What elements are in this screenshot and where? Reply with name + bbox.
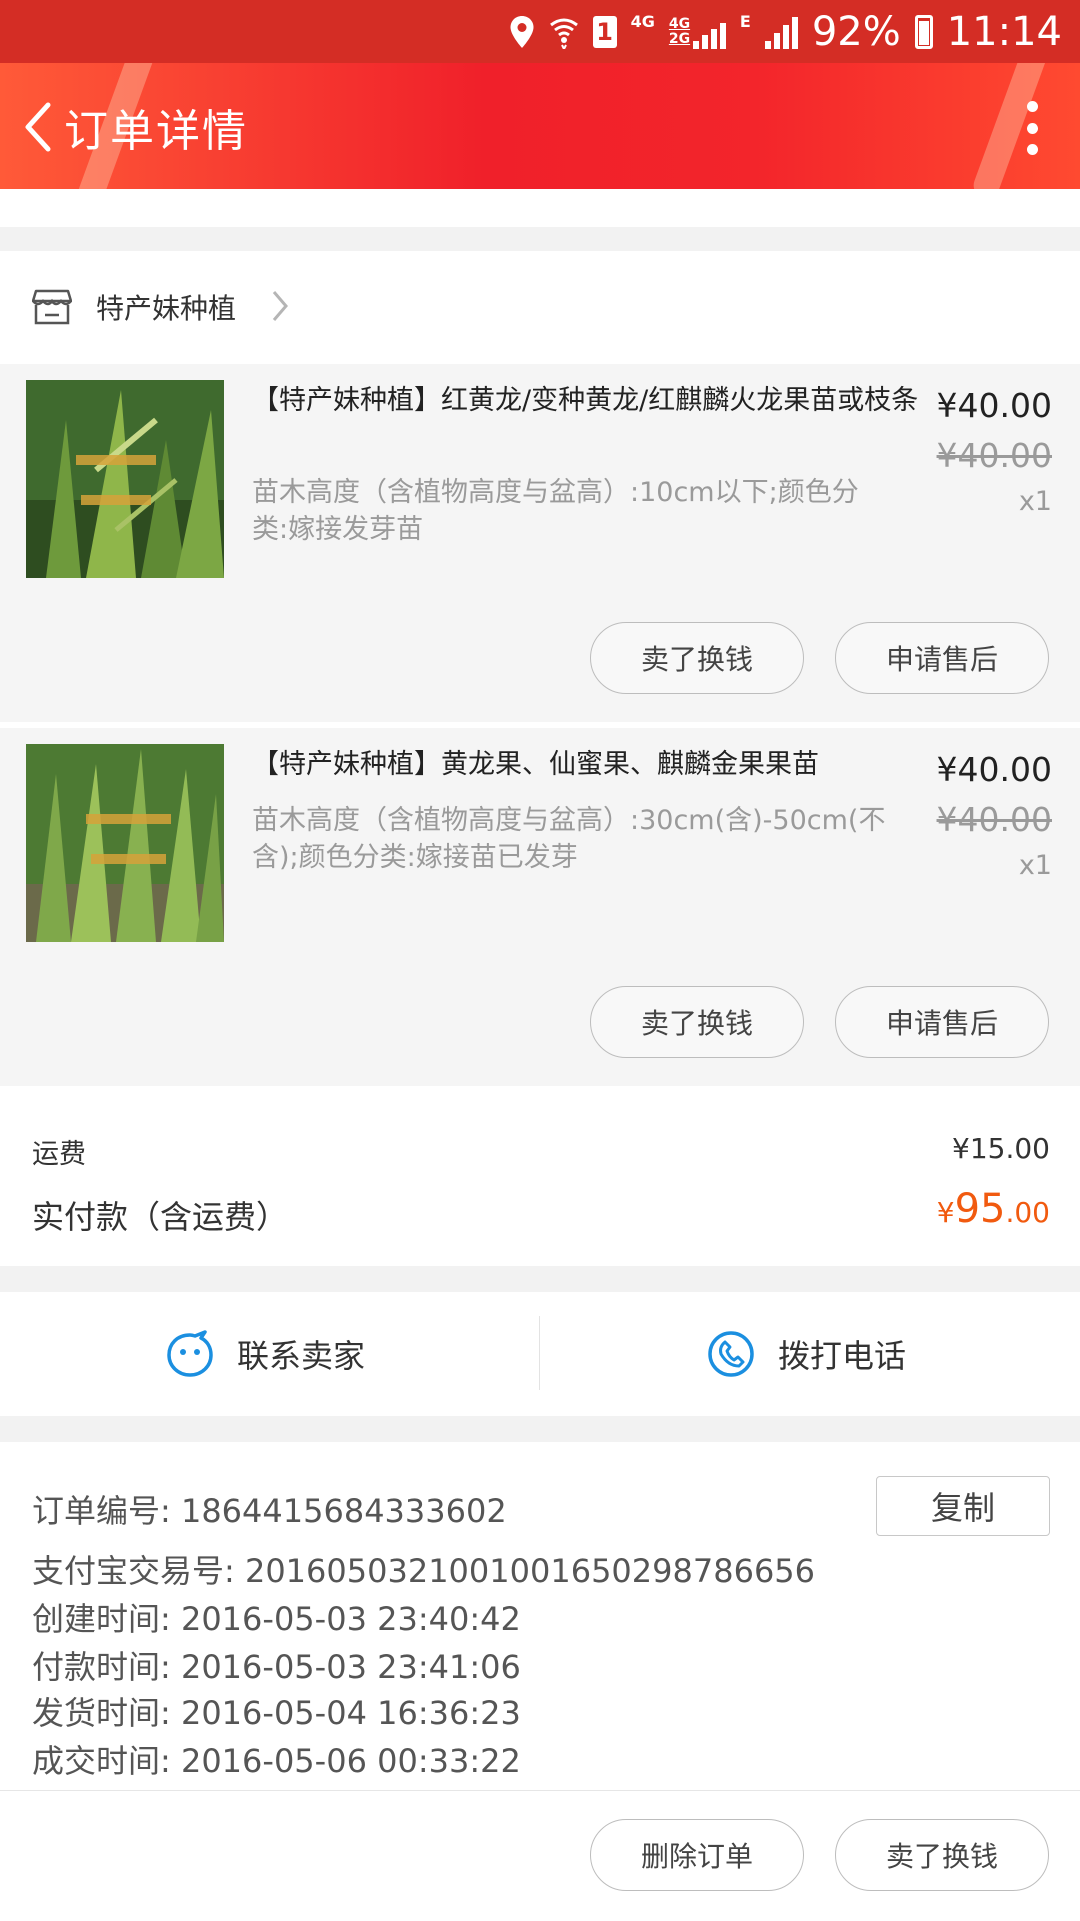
section-divider xyxy=(0,1266,1080,1292)
product-thumbnail[interactable] xyxy=(26,380,224,578)
delete-order-button[interactable]: 删除订单 xyxy=(590,1819,804,1891)
contact-seller-label[interactable]: 联系卖家 xyxy=(237,1331,365,1377)
item-quantity: x1 xyxy=(1018,486,1052,517)
item-spec: 苗木高度（含植物高度与盆高）:10cm以下;颜色分类:嫁接发芽苗 xyxy=(252,477,859,545)
copy-button[interactable]: 复制 xyxy=(876,1476,1050,1536)
location-icon xyxy=(510,16,534,48)
paid-label: 实付款（含运费） xyxy=(32,1198,289,1236)
paid-decimal: .00 xyxy=(1005,1196,1050,1229)
shipping-value: ¥15.00 xyxy=(952,1132,1050,1165)
item-price: ¥40.00 xyxy=(936,386,1052,425)
chevron-right-icon xyxy=(272,291,288,321)
dual-network-indicator: 4G 2G xyxy=(669,15,726,49)
cell-signal-icon xyxy=(764,15,798,49)
created-time: 创建时间: 2016-05-03 23:40:42 xyxy=(32,1600,521,1638)
more-menu-icon[interactable] xyxy=(1024,101,1040,155)
store-icon xyxy=(32,289,72,325)
network-4g-2g-label: 4G 2G xyxy=(668,16,691,47)
item-original-price: ¥40.00 xyxy=(936,436,1052,475)
shipping-label: 运费 xyxy=(32,1139,86,1170)
resell-button[interactable]: 卖了换钱 xyxy=(590,986,804,1058)
signal-bars-icon xyxy=(692,15,726,49)
phone-icon xyxy=(708,1331,754,1377)
section-divider xyxy=(0,227,1080,251)
network-4g-label: 4G xyxy=(630,12,655,31)
bottom-action-bar: 删除订单 卖了换钱 xyxy=(0,1790,1080,1921)
chat-face-icon xyxy=(167,1330,213,1377)
order-info: 订单编号: 1864415684333602 复制 支付宝交易号: 201605… xyxy=(0,1442,1080,1790)
order-number: 订单编号: 1864415684333602 xyxy=(32,1492,507,1530)
alipay-trade-number: 支付宝交易号: 2016050321001001650298786656 xyxy=(32,1552,816,1590)
paid-currency: ¥ xyxy=(936,1196,955,1229)
item-original-price: ¥40.00 xyxy=(936,800,1052,839)
item-title[interactable]: 【特产妹种植】红黄龙/变种黄龙/红麒麟火龙果苗或枝条 xyxy=(252,382,922,419)
item-price: ¥40.00 xyxy=(936,750,1052,789)
order-item[interactable]: 【特产妹种植】黄龙果、仙蜜果、麒麟金果果苗 苗木高度（含植物高度与盆高）:30c… xyxy=(0,728,1080,1086)
contact-divider xyxy=(539,1316,540,1390)
page-title: 订单详情 xyxy=(64,106,248,157)
back-arrow-icon[interactable] xyxy=(18,99,66,155)
contact-bar: 联系卖家 拨打电话 xyxy=(0,1292,1080,1416)
after-sales-button[interactable]: 申请售后 xyxy=(835,622,1049,694)
completed-time: 成交时间: 2016-05-06 00:33:22 xyxy=(32,1742,521,1780)
resell-button[interactable]: 卖了换钱 xyxy=(590,622,804,694)
item-spec: 苗木高度（含植物高度与盆高）:30cm(含)-50cm(不含);颜色分类:嫁接苗… xyxy=(252,805,886,873)
product-thumbnail[interactable] xyxy=(26,744,224,942)
wifi-icon xyxy=(549,18,578,49)
order-item[interactable]: 【特产妹种植】红黄龙/变种黄龙/红麒麟火龙果苗或枝条 苗木高度（含植物高度与盆高… xyxy=(0,364,1080,722)
header-decoration xyxy=(970,63,1056,189)
call-label[interactable]: 拨打电话 xyxy=(778,1331,906,1377)
shop-name[interactable]: 特产妹种植 xyxy=(96,287,236,327)
call-button[interactable]: 拨打电话 xyxy=(706,1292,906,1416)
network-e-label: E xyxy=(739,12,751,31)
shop-row[interactable]: 特产妹种植 xyxy=(0,251,1080,364)
app-bar: 订单详情 xyxy=(0,63,1080,189)
sim-badge: 1 xyxy=(592,16,617,48)
item-title[interactable]: 【特产妹种植】黄龙果、仙蜜果、麒麟金果果苗 xyxy=(252,746,922,783)
after-sales-button[interactable]: 申请售后 xyxy=(835,986,1049,1058)
contact-seller-button[interactable]: 联系卖家 xyxy=(165,1292,365,1416)
shipped-time: 发货时间: 2016-05-04 16:36:23 xyxy=(32,1694,521,1732)
status-bar: 1 4G 4G 2G E 92% 11:14 xyxy=(0,0,1080,63)
item-quantity: x1 xyxy=(1018,850,1052,881)
order-totals: 运费 ¥15.00 实付款（含运费） ¥95.00 xyxy=(0,1086,1080,1266)
battery-percent: 92% xyxy=(811,9,901,55)
paid-time: 付款时间: 2016-05-03 23:41:06 xyxy=(32,1648,521,1686)
paid-integer: 95 xyxy=(954,1186,1006,1232)
resell-order-button[interactable]: 卖了换钱 xyxy=(835,1819,1049,1891)
clock: 11:14 xyxy=(946,9,1062,55)
battery-icon xyxy=(914,15,933,49)
paid-amount: ¥95.00 xyxy=(937,1186,1050,1232)
section-divider xyxy=(0,1416,1080,1442)
